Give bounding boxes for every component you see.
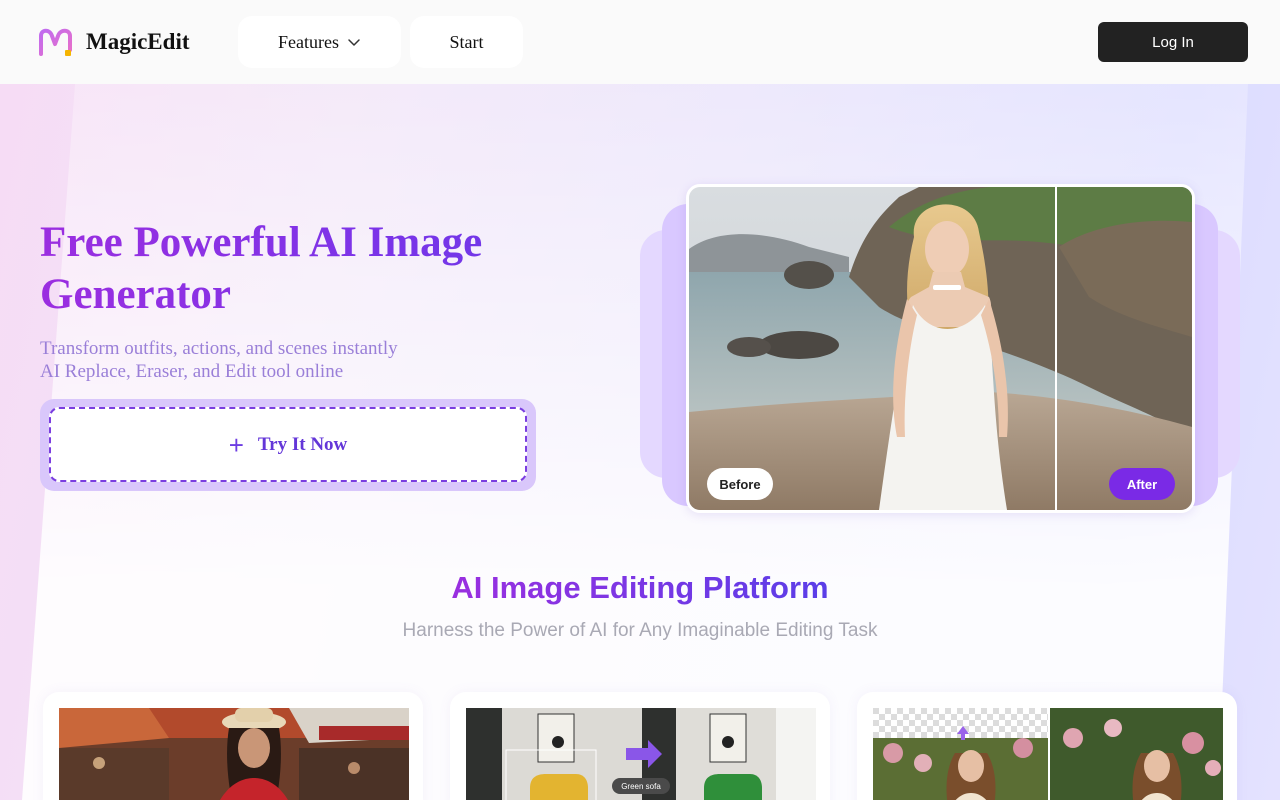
hero-title: Free Powerful AI Image Generator xyxy=(40,217,600,321)
top-header: MagicEdit Features Start Log In xyxy=(0,0,1280,84)
chevron-down-icon xyxy=(348,39,360,46)
try-it-now-container: + Try It Now xyxy=(40,399,536,491)
feature-card-outfit[interactable] xyxy=(43,692,423,800)
hero-subtitle: Transform outfits, actions, and scenes i… xyxy=(40,337,560,383)
nav-features-label: Features xyxy=(278,31,339,52)
platform-subtitle: Harness the Power of AI for Any Imaginab… xyxy=(402,620,878,641)
sofa-replace-image: Green sofa xyxy=(466,708,816,800)
plus-icon: + xyxy=(228,429,244,460)
comparison-divider[interactable] xyxy=(1055,187,1057,510)
try-it-now-label: Try It Now xyxy=(257,433,348,455)
login-button[interactable]: Log In xyxy=(1098,22,1248,62)
nav-start-label: Start xyxy=(449,31,484,52)
platform-title: AI Image Editing Platform xyxy=(0,570,1280,606)
hero-subtitle-line-1: Transform outfits, actions, and scenes i… xyxy=(40,338,398,359)
before-after-comparison[interactable]: Before After xyxy=(686,184,1195,513)
nav-start[interactable]: Start xyxy=(410,16,523,68)
sofa-caption: Green sofa xyxy=(621,782,661,791)
market-portrait-image xyxy=(59,708,409,800)
feature-card-replace[interactable]: Green sofa xyxy=(450,692,830,800)
try-it-now-button[interactable]: + Try It Now xyxy=(49,407,527,482)
brand-logo[interactable]: MagicEdit xyxy=(38,26,190,58)
nav-features[interactable]: Features xyxy=(238,16,401,68)
feature-card-background[interactable] xyxy=(857,692,1237,800)
hero-subtitle-line-2: AI Replace, Eraser, and Edit tool online xyxy=(40,361,344,382)
brand-name: MagicEdit xyxy=(86,29,190,54)
magicedit-logo-icon xyxy=(39,28,72,56)
after-badge: After xyxy=(1109,468,1175,500)
garden-portrait-image xyxy=(873,708,1223,800)
beach-portrait-image xyxy=(689,187,1192,510)
before-badge: Before xyxy=(707,468,773,500)
platform-title-text: AI Image Editing Platform xyxy=(451,570,829,605)
